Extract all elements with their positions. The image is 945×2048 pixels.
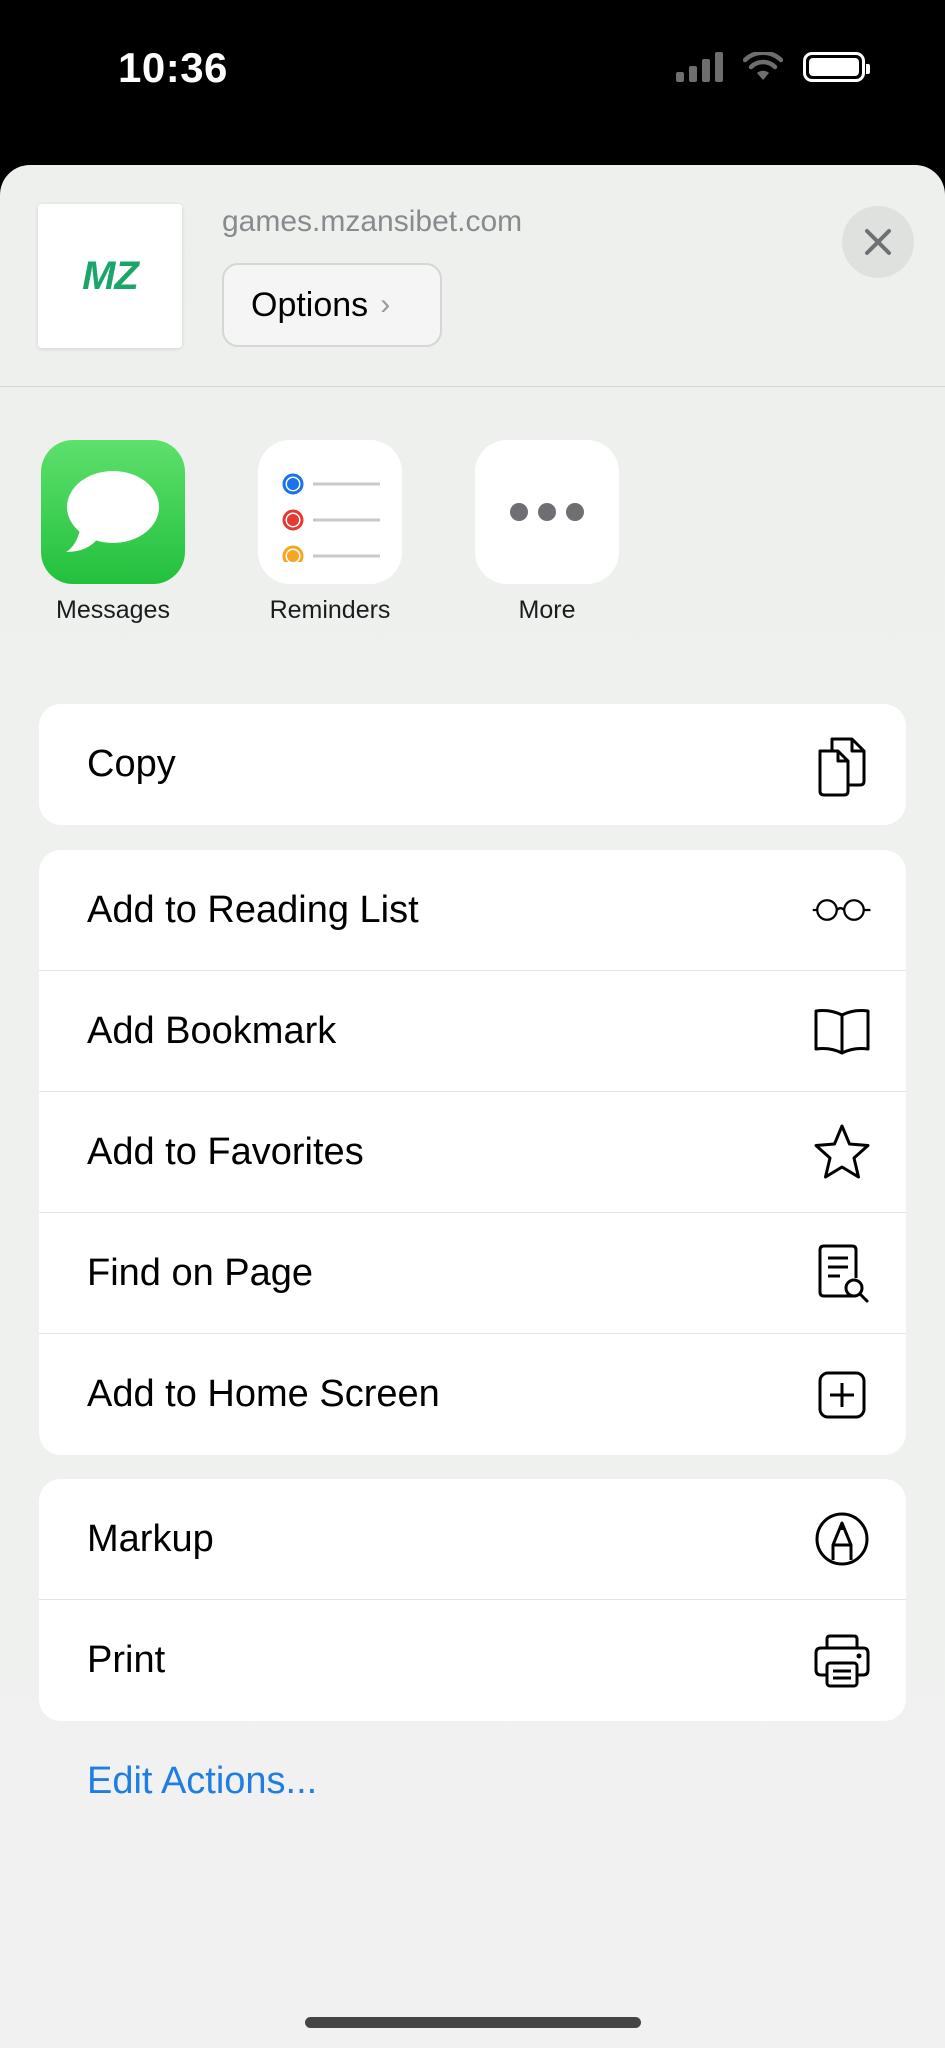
app-label: More: [518, 596, 576, 624]
action-label: Copy: [87, 743, 176, 785]
glasses-icon: [812, 880, 872, 940]
action-markup[interactable]: Markup: [39, 1479, 906, 1600]
close-icon: [865, 229, 891, 255]
action-label: Add Bookmark: [87, 1009, 337, 1052]
options-label: Options: [251, 285, 369, 324]
options-button[interactable]: Options ›: [222, 263, 442, 347]
status-icons: [676, 52, 870, 82]
wifi-icon: [743, 52, 783, 80]
action-copy[interactable]: Copy: [39, 704, 906, 825]
action-label: Add to Favorites: [87, 1130, 364, 1173]
app-label: Reminders: [269, 596, 391, 624]
home-indicator: [305, 2017, 641, 2028]
chevron-right-icon: ›: [380, 288, 391, 321]
action-label: Markup: [87, 1517, 214, 1560]
action-label: Add to Home Screen: [87, 1373, 440, 1415]
app-label: Messages: [56, 596, 170, 624]
action-label: Find on Page: [87, 1251, 314, 1294]
status-time: 10:36: [118, 44, 228, 91]
edit-actions-link[interactable]: Edit Actions...: [87, 1760, 317, 1803]
messages-icon: [41, 440, 185, 584]
action-add-to-favorites[interactable]: Add to Favorites: [39, 1092, 906, 1213]
action-add-to-reading-list[interactable]: Add to Reading List: [39, 850, 906, 971]
plus-square-icon: [812, 1365, 872, 1425]
close-button[interactable]: [842, 206, 914, 278]
app-messages[interactable]: Messages: [33, 440, 193, 625]
action-add-bookmark[interactable]: Add Bookmark: [39, 971, 906, 1092]
action-find-on-page[interactable]: Find on Page: [39, 1213, 906, 1334]
battery-icon: [803, 52, 870, 82]
thumbnail-logo-text: MZ: [82, 253, 139, 298]
action-group-browser: Add to Reading List Add Bookmark Add to …: [39, 850, 906, 1455]
action-add-to-home-screen[interactable]: Add to Home Screen: [39, 1334, 906, 1455]
app-more[interactable]: More: [467, 440, 627, 625]
share-header: MZ games.mzansibet.com Options ›: [0, 165, 945, 387]
page-url: games.mzansibet.com: [222, 205, 523, 238]
status-bar: 10:36: [0, 0, 945, 165]
reminders-icon: [258, 440, 402, 584]
action-group-tools: Markup Print: [39, 1479, 906, 1721]
printer-icon: [812, 1631, 872, 1691]
apps-row: Messages Reminders More: [0, 440, 945, 640]
copy-icon: [812, 735, 872, 796]
cellular-signal-icon: [676, 52, 723, 82]
book-icon: [812, 1001, 872, 1061]
star-icon: [812, 1122, 872, 1182]
action-print[interactable]: Print: [39, 1600, 906, 1721]
action-group-copy: Copy: [39, 704, 906, 825]
page-thumbnail: MZ: [38, 204, 182, 348]
app-reminders[interactable]: Reminders: [250, 440, 410, 625]
share-sheet: MZ games.mzansibet.com Options › Message…: [0, 165, 945, 2048]
action-label: Print: [87, 1639, 166, 1681]
more-icon: [475, 440, 619, 584]
find-doc-icon: [812, 1243, 872, 1303]
action-label: Add to Reading List: [87, 888, 419, 931]
markup-icon: [812, 1509, 872, 1569]
